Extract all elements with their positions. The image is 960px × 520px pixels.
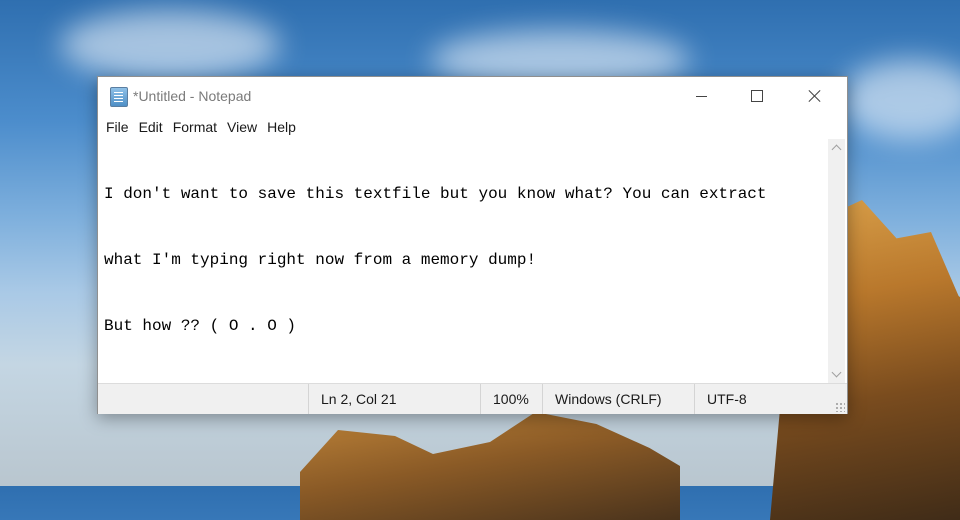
vertical-scrollbar[interactable] [828, 139, 845, 383]
editor-line: what I'm typing right now from a memory … [104, 251, 537, 269]
menu-edit[interactable]: Edit [134, 115, 168, 139]
title-bar[interactable]: *Untitled - Notepad [98, 77, 847, 115]
status-bar: Ln 2, Col 21 100% Windows (CRLF) UTF-8 [98, 383, 847, 414]
zoom-level: 100% [480, 384, 543, 414]
text-editor[interactable]: I don't want to save this textfile but y… [100, 139, 829, 383]
background-cloud [840, 60, 960, 140]
background-rock [300, 412, 680, 520]
minimize-icon [695, 95, 707, 97]
menu-bar: File Edit Format View Help [98, 115, 847, 139]
menu-view[interactable]: View [222, 115, 262, 139]
close-button[interactable] [792, 77, 838, 115]
maximize-button[interactable] [734, 77, 780, 115]
scroll-up-button[interactable] [828, 139, 845, 156]
notepad-window: *Untitled - Notepad File Edit Format Vie… [97, 76, 848, 414]
window-title: *Untitled - Notepad [133, 88, 252, 104]
menu-format[interactable]: Format [168, 115, 222, 139]
line-ending: Windows (CRLF) [542, 384, 695, 414]
chevron-up-icon [831, 144, 842, 155]
close-icon [808, 89, 822, 103]
menu-help[interactable]: Help [262, 115, 301, 139]
maximize-icon [751, 90, 763, 102]
editor-line: I don't want to save this textfile but y… [104, 185, 767, 203]
minimize-button[interactable] [678, 77, 724, 115]
encoding: UTF-8 [694, 384, 827, 414]
notepad-icon[interactable] [110, 87, 128, 107]
menu-file[interactable]: File [101, 115, 134, 139]
resize-grip-icon[interactable] [835, 402, 845, 412]
background-cloud [60, 10, 280, 80]
scroll-down-button[interactable] [828, 366, 845, 383]
cursor-position: Ln 2, Col 21 [308, 384, 481, 414]
editor-line: But how ?? ( O . O ) [104, 317, 297, 335]
chevron-down-icon [831, 367, 842, 378]
